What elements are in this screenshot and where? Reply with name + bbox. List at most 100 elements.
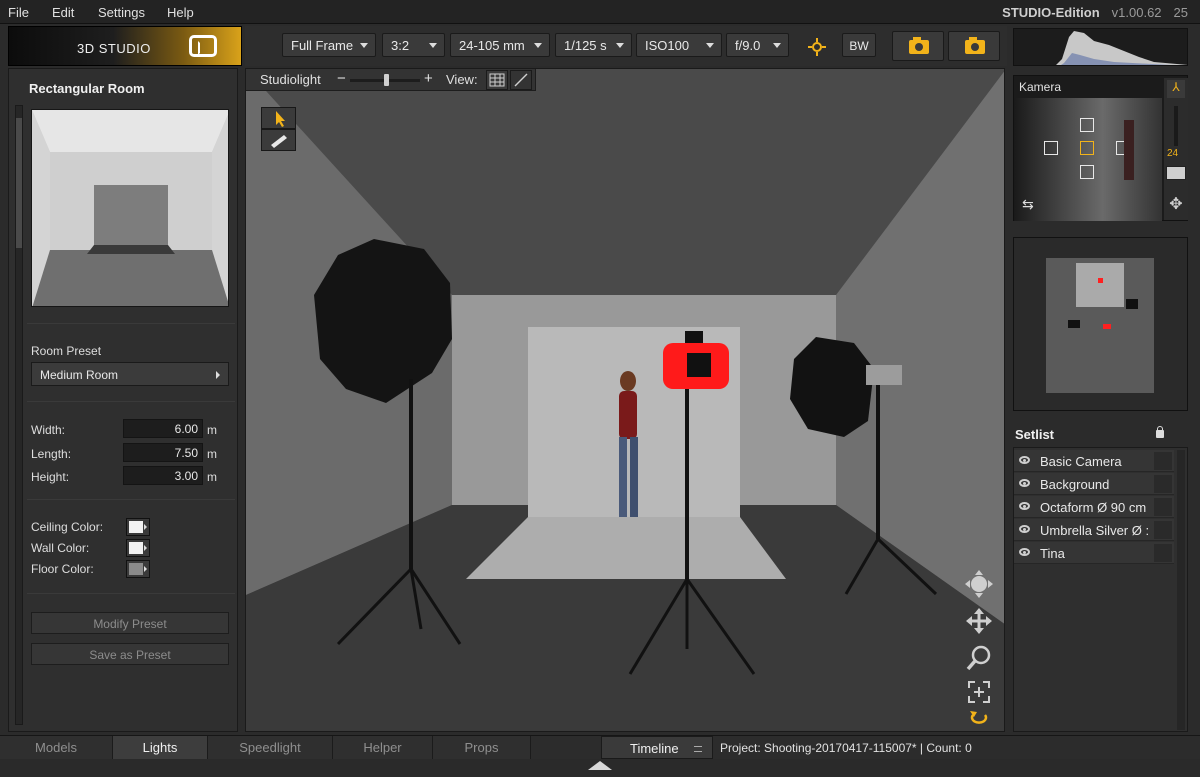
af-point-active[interactable] (1080, 141, 1094, 155)
studiolight-slider[interactable] (350, 74, 420, 86)
menu-edit[interactable]: Edit (52, 5, 74, 20)
bw-button[interactable]: BW (842, 33, 876, 57)
height-field[interactable]: 3.00 (123, 466, 203, 485)
shutter-dropdown[interactable]: 1/125 s (555, 33, 632, 57)
length-field[interactable]: 7.50 (123, 443, 203, 462)
top-view-model (1098, 278, 1103, 283)
setlist-item-label: Tina (1040, 546, 1065, 561)
move-arrows-icon (966, 608, 992, 634)
focus-button[interactable] (803, 33, 831, 57)
tab-props[interactable]: Props (433, 736, 531, 759)
setlist-item[interactable]: Background (1014, 473, 1174, 495)
light-minus-button[interactable]: − (337, 70, 346, 87)
eye-icon[interactable] (1019, 479, 1030, 487)
setlist-item-toggle[interactable] (1154, 544, 1172, 562)
setlist-item-toggle[interactable] (1154, 452, 1172, 470)
reset-view-button[interactable] (964, 707, 994, 727)
wall-color-swatch[interactable] (126, 539, 150, 557)
modify-preset-button[interactable]: Modify Preset (31, 612, 229, 634)
af-point[interactable] (1080, 165, 1094, 179)
tab-helper[interactable]: Helper (333, 736, 433, 759)
menu-file[interactable]: File (8, 5, 29, 20)
tab-lights[interactable]: Lights (113, 736, 208, 759)
divider (27, 401, 235, 402)
eye-icon[interactable] (1019, 525, 1030, 533)
tab-models[interactable]: Models (0, 736, 113, 759)
fit-frame-icon (968, 681, 990, 703)
af-point[interactable] (1080, 118, 1094, 132)
studio-camera-object[interactable] (663, 331, 729, 389)
slider-handle[interactable] (384, 74, 389, 86)
setlist-item[interactable]: Umbrella Silver Ø : (1014, 519, 1174, 541)
setlist-title: Setlist (1015, 427, 1055, 442)
chevron-down-icon (534, 43, 542, 48)
setlist-item-toggle[interactable] (1154, 475, 1172, 493)
studio-viewport[interactable]: Studiolight − + View: (245, 68, 1005, 732)
save-preset-button[interactable]: Save as Preset (31, 643, 229, 665)
capture-button[interactable] (892, 31, 944, 61)
camera-burst-icon (965, 37, 985, 54)
lens-dropdown[interactable]: 24-105 mm (450, 33, 550, 57)
pan-button[interactable] (964, 606, 994, 636)
top-view-map[interactable] (1013, 237, 1188, 411)
edition-extra: 25 (1173, 5, 1188, 20)
eye-icon[interactable] (1019, 548, 1030, 556)
ceiling-color-swatch[interactable] (126, 518, 150, 536)
zoom-button[interactable] (964, 643, 994, 673)
chevron-down-icon (360, 43, 368, 48)
sensor-dropdown[interactable]: Full Frame (282, 33, 376, 57)
line-view-button[interactable] (510, 70, 532, 90)
left-scrollbar[interactable] (15, 105, 23, 725)
measure-tool-button[interactable] (261, 129, 296, 151)
expand-up-icon[interactable] (588, 761, 612, 770)
setlist: Basic Camera Background Octaform Ø 90 cm… (1013, 447, 1188, 732)
eye-icon[interactable] (1019, 502, 1030, 510)
fit-view-button[interactable] (964, 677, 994, 707)
orbit-button[interactable] (964, 569, 994, 599)
menu-settings[interactable]: Settings (98, 5, 145, 20)
af-point[interactable] (1044, 141, 1058, 155)
width-field[interactable]: 6.00 (123, 419, 203, 438)
light-plus-button[interactable]: + (424, 70, 433, 87)
setlist-item[interactable]: Basic Camera (1014, 450, 1174, 472)
room-preset-dropdown[interactable]: Medium Room (31, 362, 229, 386)
edition-name: STUDIO-Edition (1002, 5, 1100, 20)
top-view-camera (1103, 324, 1111, 329)
timeline-button[interactable]: Timeline (601, 736, 713, 759)
setlist-scrollbar[interactable] (1177, 450, 1185, 730)
aspect-dropdown[interactable]: 3:2 (382, 33, 445, 57)
room-preset-value: Medium Room (40, 368, 119, 382)
move-arrows-icon[interactable]: ✥ (1167, 194, 1185, 213)
aperture-value: f/9.0 (735, 38, 761, 53)
setlist-item-label: Octaform Ø 90 cm (1040, 500, 1147, 515)
zoom-handle[interactable] (1166, 166, 1186, 180)
lens-value: 24-105 mm (459, 38, 525, 53)
top-view-light (1126, 299, 1138, 309)
ruler-icon (271, 135, 287, 148)
divider (27, 593, 235, 594)
burst-capture-button[interactable] (948, 31, 1000, 61)
setlist-item-toggle[interactable] (1154, 498, 1172, 516)
lock-icon[interactable] (1156, 426, 1164, 438)
camera-preview[interactable]: ⇆ (1014, 98, 1162, 221)
setlist-item[interactable]: Tina (1014, 542, 1174, 564)
camera-panel: Kamera ⇆ ⅄ 24 ✥ (1013, 75, 1188, 221)
aperture-dropdown[interactable]: f/9.0 (726, 33, 789, 57)
setlist-item-toggle[interactable] (1154, 521, 1172, 539)
iso-dropdown[interactable]: ISO100 (636, 33, 722, 57)
setlist-item-label: Background (1040, 477, 1110, 492)
setlist-item[interactable]: Octaform Ø 90 cm (1014, 496, 1174, 518)
grid-view-button[interactable] (486, 70, 508, 90)
menu-help[interactable]: Help (167, 5, 194, 20)
swap-arrows-icon[interactable]: ⇆ (1022, 196, 1040, 212)
select-tool-button[interactable] (261, 107, 296, 129)
orbit-icon (965, 570, 993, 598)
chevron-down-icon (616, 43, 624, 48)
logo-text: 3D STUDIO (77, 41, 151, 56)
eye-icon[interactable] (1019, 456, 1030, 464)
tab-speedlight[interactable]: Speedlight (208, 736, 333, 759)
tripod-icon[interactable]: ⅄ (1167, 80, 1185, 98)
zoom-slider[interactable] (1174, 106, 1178, 146)
iso-value: ISO100 (645, 38, 690, 53)
floor-color-swatch[interactable] (126, 560, 150, 578)
